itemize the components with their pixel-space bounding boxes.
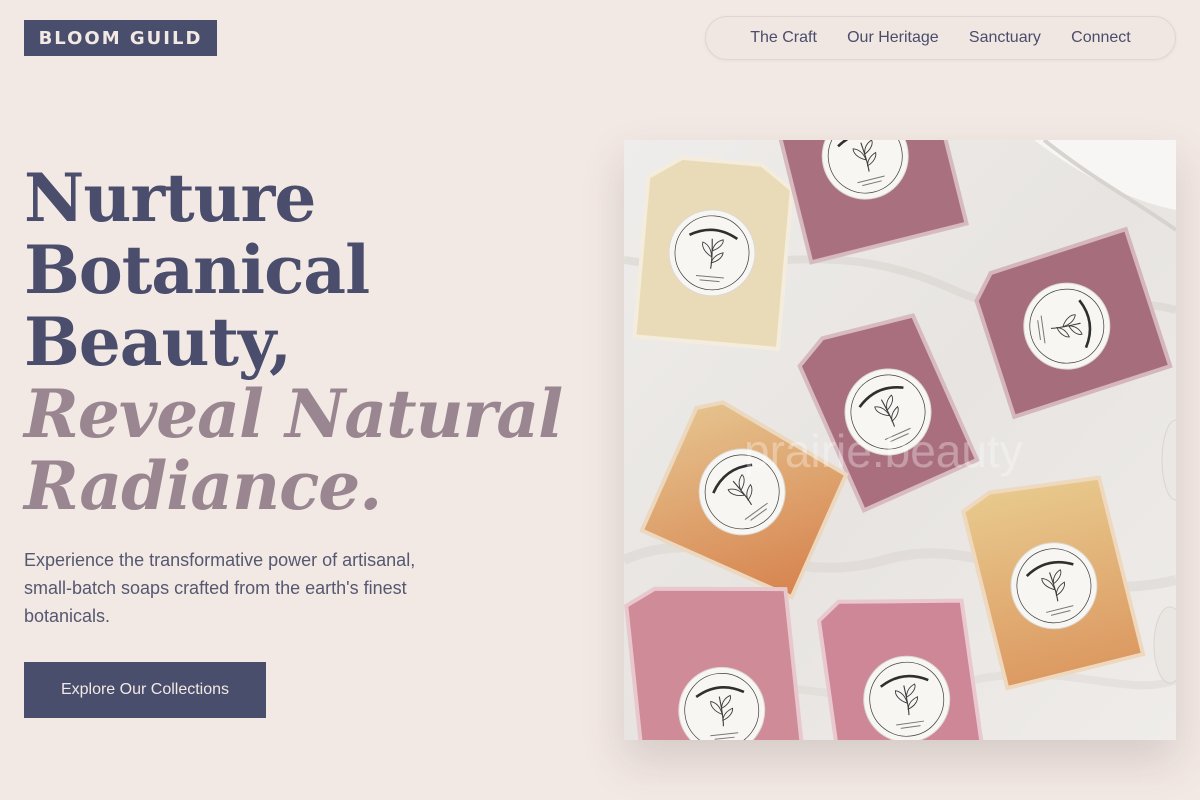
- hero-title-line-3: Beauty,: [24, 303, 292, 381]
- hero-title-line-1: Nurture: [24, 159, 316, 237]
- hero-description: Experience the transformative power of a…: [24, 550, 416, 626]
- hero-accent-line-1: Reveal Natural: [24, 375, 563, 453]
- nav-item-sanctuary[interactable]: Sanctuary: [969, 29, 1041, 47]
- photo-watermark: prairie.beauty: [744, 425, 1023, 477]
- hero-title-line-2: Botanical: [24, 231, 370, 309]
- nav-item-connect[interactable]: Connect: [1071, 29, 1131, 47]
- nav-item-our-heritage[interactable]: Our Heritage: [847, 29, 939, 47]
- soap-bar-cream: [632, 155, 794, 352]
- soap-bar-rose-center: [816, 598, 987, 740]
- hero-accent-line-2: Radiance.: [24, 447, 382, 525]
- hero-title: Nurture Botanical Beauty, Reveal Natural…: [24, 162, 584, 522]
- hero-image: prairie.beauty: [624, 140, 1176, 740]
- nav-item-the-craft[interactable]: The Craft: [750, 29, 817, 47]
- brand-logo[interactable]: BLOOM GUILD: [24, 20, 217, 56]
- soap-bar-rose-left: [624, 586, 806, 740]
- main-nav: The Craft Our Heritage Sanctuary Connect: [705, 16, 1176, 60]
- explore-collections-button[interactable]: Explore Our Collections: [24, 662, 266, 718]
